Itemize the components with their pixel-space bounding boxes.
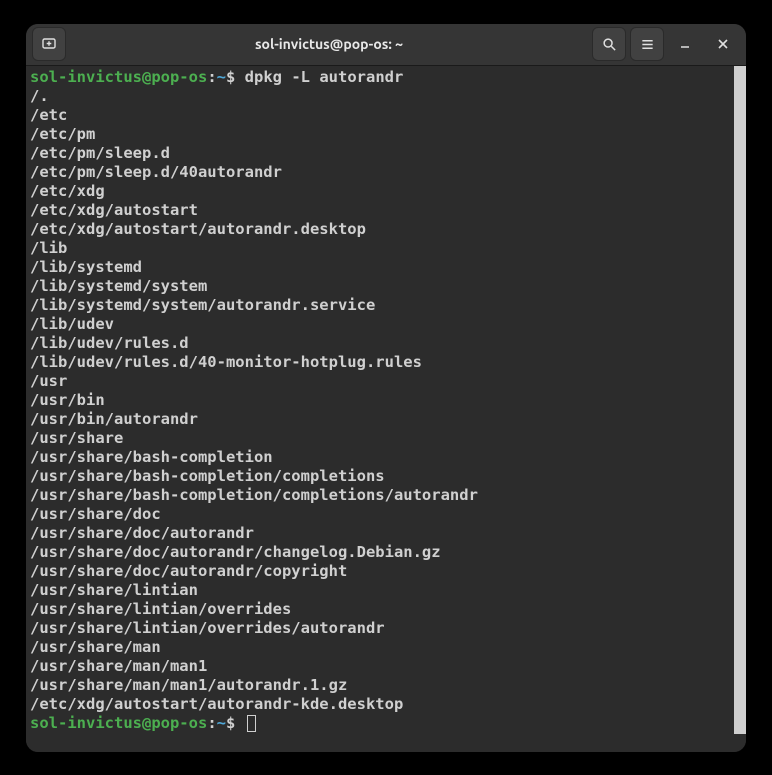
new-tab-icon [41,36,57,52]
scrollbar[interactable] [734,66,746,734]
output-line: /usr/share/lintian [30,581,730,600]
output-line: /usr/share/lintian/overrides [30,600,730,619]
command-line: sol-invictus@pop-os:~$ dpkg -L autorandr [30,68,730,87]
new-tab-button[interactable] [32,27,66,61]
hamburger-icon [640,37,655,52]
prompt-separator: : [207,714,216,732]
prompt-path: ~ [217,714,226,732]
output-line: /lib/udev/rules.d [30,334,730,353]
output-line: /usr/share [30,429,730,448]
window-title: sol-invictus@pop-os: ~ [66,36,592,52]
output-line: /lib/systemd [30,258,730,277]
output-line: /etc/xdg [30,182,730,201]
titlebar-right [592,27,740,61]
output-line: /lib/udev [30,315,730,334]
minimize-button[interactable] [668,27,702,61]
output-line: /etc/pm [30,125,730,144]
output-line: /. [30,87,730,106]
prompt-path: ~ [217,68,226,86]
output-line: /usr/share/bash-completion/completions/a… [30,486,730,505]
output-line: /usr/share/doc [30,505,730,524]
terminal-content[interactable]: sol-invictus@pop-os:~$ dpkg -L autorandr… [26,66,734,752]
output-line: /usr/share/bash-completion [30,448,730,467]
output-line: /usr/bin/autorandr [30,410,730,429]
prompt-separator: : [207,68,216,86]
output-line: /usr/share/lintian/overrides/autorandr [30,619,730,638]
output-line: /etc/xdg/autostart/autorandr-kde.desktop [30,695,730,714]
output-line: /lib/udev/rules.d/40-monitor-hotplug.rul… [30,353,730,372]
menu-button[interactable] [630,27,664,61]
output-line: /etc/xdg/autostart/autorandr.desktop [30,220,730,239]
typed-command: dpkg -L autorandr [245,68,404,86]
terminal-area: sol-invictus@pop-os:~$ dpkg -L autorandr… [26,66,746,752]
output-line: /usr/share/doc/autorandr [30,524,730,543]
output-line: /usr/share/man [30,638,730,657]
output-line: /usr [30,372,730,391]
output-line: /etc/pm/sleep.d/40autorandr [30,163,730,182]
output-line: /etc/xdg/autostart [30,201,730,220]
output-line: /etc [30,106,730,125]
prompt-symbol: $ [226,68,245,86]
output-line: /usr/share/doc/autorandr/copyright [30,562,730,581]
output-line: /lib/systemd/system/autorandr.service [30,296,730,315]
output-line: /usr/share/man/man1 [30,657,730,676]
output-line: /lib/systemd/system [30,277,730,296]
prompt-symbol: $ [226,714,245,732]
prompt-user-host: sol-invictus@pop-os [30,714,207,732]
titlebar: sol-invictus@pop-os: ~ [26,24,746,66]
output-line: /usr/share/doc/autorandr/changelog.Debia… [30,543,730,562]
close-icon [717,38,729,50]
output-line: /lib [30,239,730,258]
prompt-user-host: sol-invictus@pop-os [30,68,207,86]
output-line: /usr/share/man/man1/autorandr.1.gz [30,676,730,695]
close-button[interactable] [706,27,740,61]
output-line: /usr/share/bash-completion/completions [30,467,730,486]
minimize-icon [679,38,691,50]
output-line: /etc/pm/sleep.d [30,144,730,163]
search-icon [602,37,617,52]
output-line: /usr/bin [30,391,730,410]
prompt-line: sol-invictus@pop-os:~$ [30,714,730,733]
cursor [247,715,256,732]
search-button[interactable] [592,27,626,61]
terminal-window: sol-invictus@pop-os: ~ [26,24,746,752]
